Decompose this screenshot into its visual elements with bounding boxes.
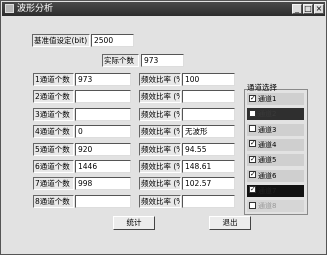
channel-count-field[interactable]: 0 — [75, 125, 131, 139]
channel-select-title: 通道选择 — [247, 83, 277, 92]
channel-checkbox-5[interactable]: ✓ 通道5 — [247, 154, 304, 167]
close-button[interactable]: × — [314, 4, 324, 14]
channel-count-field[interactable]: 1446 — [75, 160, 131, 173]
channel-checkbox-label: 通道2 — [258, 110, 277, 119]
checkbox-icon[interactable] — [249, 125, 256, 133]
channel-checkbox-3[interactable]: 通道3 — [247, 123, 304, 136]
channel-count-label: 3通道个数 — [33, 107, 74, 121]
channel-count-label: 8通道个数 — [33, 194, 74, 208]
checkmark-icon[interactable]: ✓ — [249, 94, 256, 102]
channel-checkbox-label: 通道4 — [258, 140, 277, 149]
title-bar: 波形分析 _ □ × — [2, 2, 325, 16]
channel-checkbox-label: 通道6 — [258, 171, 277, 180]
effective-ratio-label: 频效比率 (%) — [139, 125, 181, 139]
effective-ratio-field[interactable]: 148.61 — [182, 160, 235, 173]
checkmark-icon[interactable]: ✓ — [249, 171, 256, 178]
actual-count-field: 973 — [141, 54, 184, 67]
effective-ratio-label: 频效比率 (%) — [139, 177, 181, 191]
maximize-button[interactable]: □ — [303, 4, 313, 14]
channel-count-label: 5通道个数 — [33, 142, 74, 156]
actual-count-label: 实际个数 — [102, 54, 139, 67]
waveform-analysis-window: 波形分析 _ □ × 基准值设定(bit) 2500 实际个数 973 1通道个… — [0, 0, 327, 255]
threshold-label: 基准值设定(bit) — [32, 34, 90, 47]
effective-ratio-label: 频效比率 (%) — [139, 142, 181, 156]
effective-ratio-field[interactable]: 100 — [182, 73, 235, 86]
app-icon — [5, 4, 14, 13]
effective-ratio-label: 频效比率 (%) — [139, 90, 181, 104]
effective-ratio-field[interactable]: 102.57 — [182, 177, 235, 191]
minimize-button[interactable]: _ — [292, 4, 302, 14]
effective-ratio-field[interactable] — [182, 107, 235, 121]
checkmark-icon[interactable]: ✓ — [249, 140, 256, 148]
checkmark-icon[interactable]: ✓ — [249, 186, 256, 194]
effective-ratio-field[interactable] — [182, 90, 235, 104]
stats-button[interactable]: 统计 — [113, 216, 155, 230]
effective-ratio-field[interactable] — [182, 194, 235, 208]
checkmark-icon[interactable]: ✓ — [249, 155, 256, 163]
channel-checkbox-7[interactable]: ✓ 通道7 — [247, 184, 304, 197]
channel-count-label: 4通道个数 — [33, 125, 74, 139]
exit-button[interactable]: 退出 — [209, 216, 251, 230]
effective-ratio-field[interactable]: 无波形 — [182, 125, 235, 139]
channel-checkbox-label: 通道3 — [258, 125, 277, 134]
channel-checkbox-label: 通道7 — [258, 186, 277, 195]
channel-checkbox-8[interactable]: 通道8 — [247, 200, 304, 213]
channel-checkbox-6[interactable]: ✓ 通道6 — [247, 169, 304, 182]
channel-checkbox-4[interactable]: ✓ 通道4 — [247, 138, 304, 151]
channel-checkbox-2[interactable]: 通道2 — [247, 108, 304, 121]
channel-count-label: 1通道个数 — [33, 73, 74, 86]
effective-ratio-field[interactable]: 94.55 — [182, 142, 235, 156]
channel-count-label: 6通道个数 — [33, 160, 74, 173]
channel-count-field[interactable]: 920 — [75, 142, 131, 156]
effective-ratio-label: 频效比率 (%) — [139, 107, 181, 121]
channel-count-field[interactable]: 973 — [75, 73, 131, 86]
channel-checkbox-label: 通道5 — [258, 156, 277, 165]
effective-ratio-label: 频效比率 (%) — [139, 160, 181, 173]
channel-count-field[interactable] — [75, 90, 131, 104]
checkbox-icon[interactable] — [249, 201, 256, 209]
effective-ratio-label: 频效比率 (%) — [139, 194, 181, 208]
channel-checkbox-1[interactable]: ✓ 通道1 — [247, 93, 304, 105]
channel-count-label: 2通道个数 — [33, 90, 74, 104]
channel-count-field[interactable] — [75, 107, 131, 121]
channel-count-field[interactable]: 998 — [75, 177, 131, 191]
channel-count-field[interactable] — [75, 194, 131, 208]
client-area: 基准值设定(bit) 2500 实际个数 973 1通道个数973频效比率 (%… — [2, 17, 325, 254]
channel-checkbox-label: 通道8 — [258, 202, 277, 211]
channel-count-label: 7通道个数 — [33, 177, 74, 191]
effective-ratio-label: 频效比率 (%) — [139, 73, 181, 86]
checkbox-icon[interactable] — [249, 109, 256, 117]
channel-checkbox-label: 通道1 — [258, 95, 277, 103]
threshold-input[interactable]: 2500 — [91, 34, 134, 47]
window-title: 波形分析 — [17, 4, 54, 14]
